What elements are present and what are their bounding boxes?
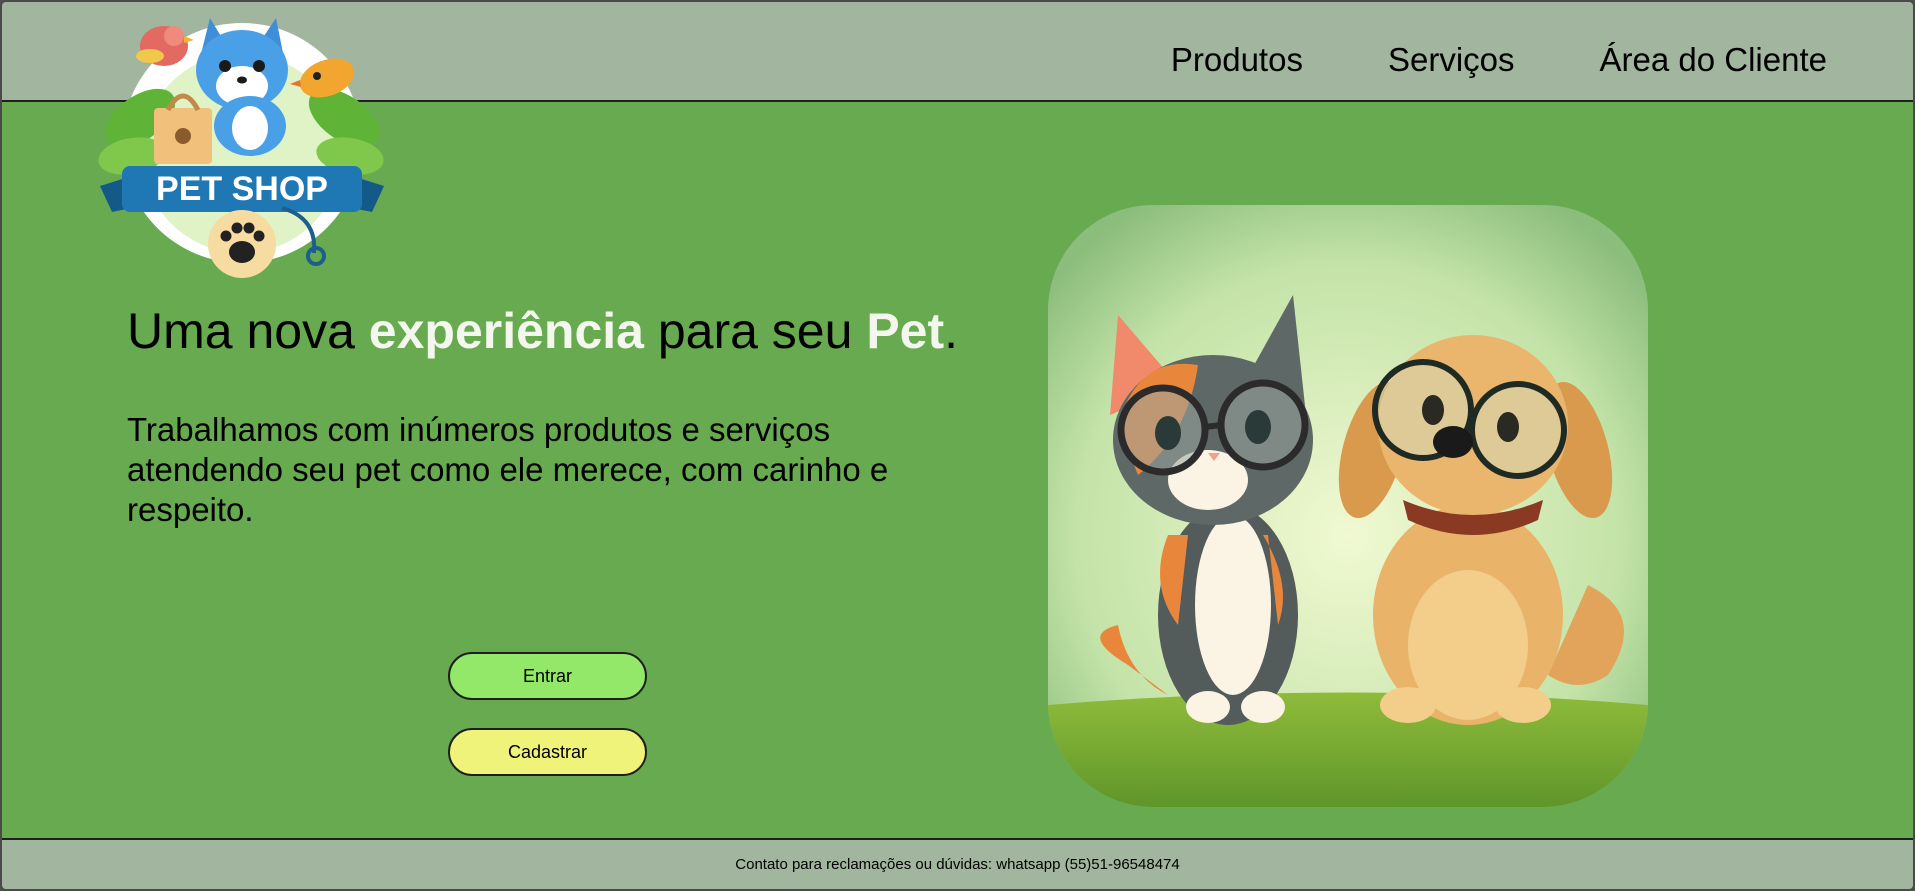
headline-highlight-pet: Pet [866, 303, 945, 359]
footer-contact-text: Contato para reclamações ou dúvidas: wha… [735, 856, 1180, 873]
headline-end: . [944, 303, 959, 359]
headline-part-1: Uma nova [127, 303, 369, 359]
logo-text: PET SHOP [156, 170, 328, 208]
headline-part-2: para seu [643, 303, 867, 359]
enter-button[interactable]: Entrar [448, 652, 647, 700]
nav-area-cliente-link[interactable]: Área do Cliente [1600, 40, 1827, 80]
headline-highlight-experiencia: experiência [368, 303, 644, 359]
page-frame: Produtos Serviços Área do Cliente PET SH… [0, 0, 1915, 891]
nav-servicos-link[interactable]: Serviços [1388, 40, 1515, 80]
site-footer: Contato para reclamações ou dúvidas: wha… [2, 838, 1913, 889]
hero-image [1048, 205, 1648, 807]
hero-headline: Uma nova experiência para seu Pet. [127, 302, 958, 360]
pet-shop-logo[interactable]: PET SHOP [92, 8, 392, 288]
nav-produtos-link[interactable]: Produtos [1171, 40, 1303, 80]
paw-tag-icon [208, 210, 276, 278]
hero-lead-text: Trabalhamos com inúmeros produtos e serv… [127, 411, 889, 528]
register-button[interactable]: Cadastrar [448, 728, 647, 776]
main-nav: Produtos Serviços Área do Cliente [1171, 40, 1827, 80]
